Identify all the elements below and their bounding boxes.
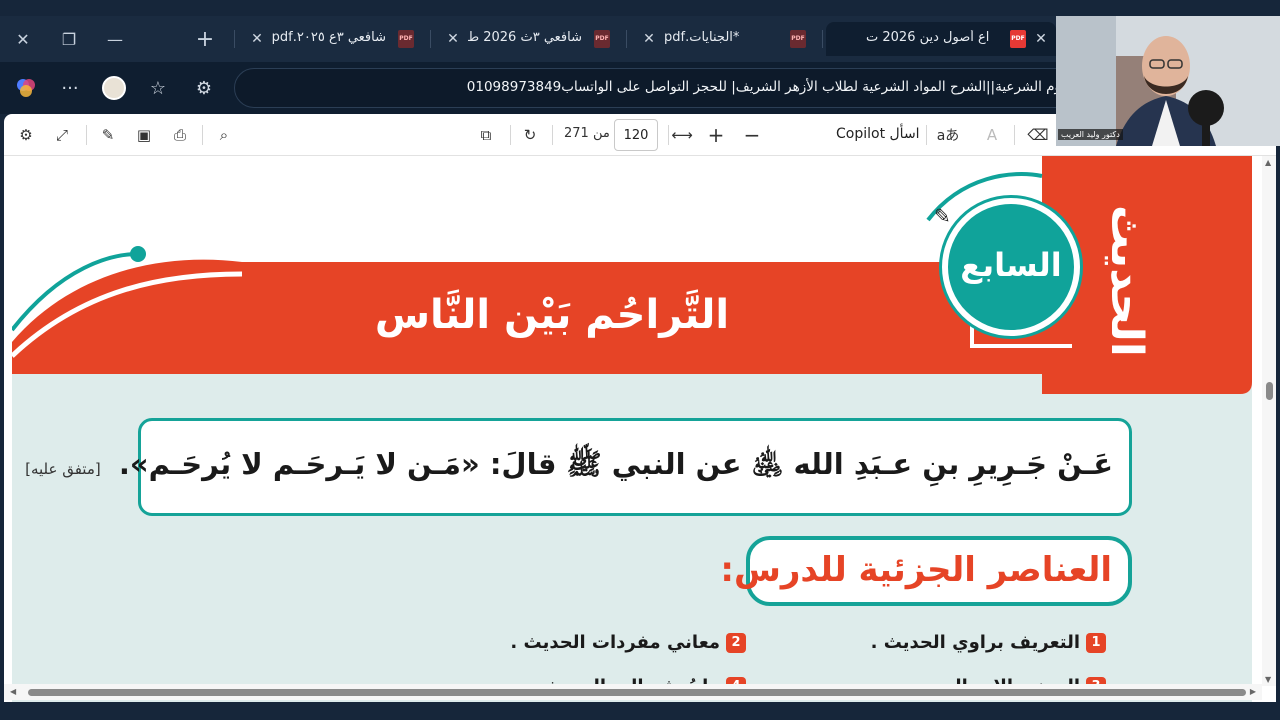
app-window: ✕ ❐ — + ✕ شافعي ٣ع ٢٠٢٥.pdf PDF ✕ شافعي … [0,0,1280,720]
tab-shafei-3a[interactable]: ✕ شافعي ٣ع ٢٠٢٥.pdf PDF [236,22,426,56]
pdf-page: التَّراحُم بَيْن النَّاس الحديث السابع ✎… [12,156,1252,702]
scroll-down-icon[interactable]: ▼ [1265,675,1271,684]
toolbar-separator [202,125,203,145]
search-icon[interactable]: ⌕ [212,123,236,147]
zoom-out-button[interactable]: − [740,123,764,147]
page-view-icon[interactable]: ⧉ [474,123,498,147]
pdf-icon: PDF [398,30,414,48]
list-item: 1 التعريف براوي الحديث . [871,632,1106,653]
total-pages-label: من 271 [564,126,610,141]
settings-icon[interactable]: ⚙ [14,123,38,147]
horizontal-scroll-thumb[interactable] [28,689,1246,696]
item-text: معاني مفردات الحديث . [510,632,720,653]
page-number-input[interactable]: 120 [614,119,658,151]
vertical-scroll-thumb[interactable] [1266,382,1273,400]
read-aloud-icon[interactable]: A [980,123,1004,147]
toolbar-separator [668,125,669,145]
tab-osool-din[interactable]: ✕ اع أصول دين 2026 ت PDF [826,22,1056,56]
presenter-name-tag: دكتور وليد العريب [1058,129,1123,140]
horizontal-scrollbar[interactable]: ◀ ▶ [4,684,1262,700]
tab-separator [430,30,431,48]
more-options-icon[interactable]: ··· [56,74,84,102]
save-as-icon[interactable]: ✎ [96,123,120,147]
favorites-icon[interactable]: ☆ [144,74,172,102]
lesson-number-badge: السابع [942,198,1080,336]
ask-copilot-button[interactable]: اسأل Copilot [836,126,920,142]
tab-close-icon[interactable]: ✕ [444,30,462,48]
pdf-icon: PDF [790,30,806,48]
webcam-overlay: دكتور وليد العريب [1056,16,1280,146]
hadith-box: عَـنْ جَـرِيرِ بنِ عـبَدِ الله ﵁ عن النب… [25,418,1132,516]
close-window-icon[interactable]: ✕ [0,16,46,62]
pdf-document-area[interactable]: التَّراحُم بَيْن النَّاس الحديث السابع ✎… [4,156,1276,702]
tab-title: شافعي ٣ث 2026 ط [468,30,582,45]
tab-shafei-3th[interactable]: ✕ شافعي ٣ث 2026 ط PDF [432,22,622,56]
item-text: التعريف براوي الحديث . [870,632,1080,653]
pencil-cursor-icon: ✎ [934,204,951,228]
toolbar-separator [552,125,553,145]
lesson-title: التَّراحُم بَيْن النَّاس [374,292,730,338]
fit-width-icon[interactable]: ⟷ [670,123,694,147]
restore-window-icon[interactable]: ❐ [46,16,92,62]
section-heading-box: العناصر الجزئية للدرس: [720,536,1132,606]
scroll-up-icon[interactable]: ▲ [1265,158,1271,167]
immersive-reader-icon[interactable]: aあ [934,123,962,147]
profile-avatar[interactable] [100,74,128,102]
list-item: 2 معاني مفردات الحديث . [510,632,746,653]
section-heading: العناصر الجزئية للدرس: [720,550,1112,590]
tab-close-icon[interactable]: ✕ [640,30,658,48]
tab-title: شافعي ٣ع ٢٠٢٥.pdf [272,30,386,45]
toolbar-separator [86,125,87,145]
pdf-icon: PDF [1010,30,1026,48]
hadith-side-label: الحديث [1101,205,1152,357]
address-text: وم الشرعية||الشرح المواد الشرعية لطلاب ا… [466,79,1061,95]
print-icon[interactable]: ⎙ [168,123,192,147]
tab-separator [822,30,823,48]
tab-close-icon[interactable]: ✕ [1032,30,1050,48]
hadith-text: عَـنْ جَـرِيرِ بنِ عـبَدِ الله ﵁ عن النب… [118,447,1113,481]
tab-separator [626,30,627,48]
toolbar-separator [510,125,511,145]
tab-close-icon[interactable]: ✕ [248,30,266,48]
new-tab-button[interactable]: + [182,16,228,62]
hadith-line: عَـنْ جَـرِيرِ بنِ عـبَدِ الله ﵁ عن النب… [25,447,1113,489]
presenter-video [1056,16,1280,146]
fullscreen-icon[interactable]: ⤢ [50,123,74,147]
hadith-reference: [متفق عليه] [25,460,101,478]
toolbar-separator [926,125,927,145]
lesson-number-label: السابع [960,246,1062,284]
rotate-icon[interactable]: ↻ [518,123,542,147]
toolbar-separator [1014,125,1015,145]
tab-jinayat[interactable]: ✕ *الجنايات.pdf PDF [628,22,818,56]
tab-separator [234,30,235,48]
copilot-icon[interactable] [12,74,40,102]
item-number: 1 [1086,633,1106,653]
extensions-icon[interactable]: ⚙ [190,74,218,102]
pdf-icon: PDF [594,30,610,48]
scroll-right-icon[interactable]: ▶ [1250,687,1256,696]
eraser-icon[interactable]: ⌫ [1026,123,1050,147]
save-icon[interactable]: ▣ [132,123,156,147]
zoom-in-button[interactable]: + [704,123,728,147]
tab-title: *الجنايات.pdf [664,30,740,45]
vertical-scrollbar[interactable]: ▲ ▼ [1262,156,1276,686]
item-number: 2 [726,633,746,653]
scroll-left-icon[interactable]: ◀ [10,687,16,696]
minimize-window-icon[interactable]: — [92,16,138,62]
tab-title: اع أصول دين 2026 ت [866,30,990,45]
